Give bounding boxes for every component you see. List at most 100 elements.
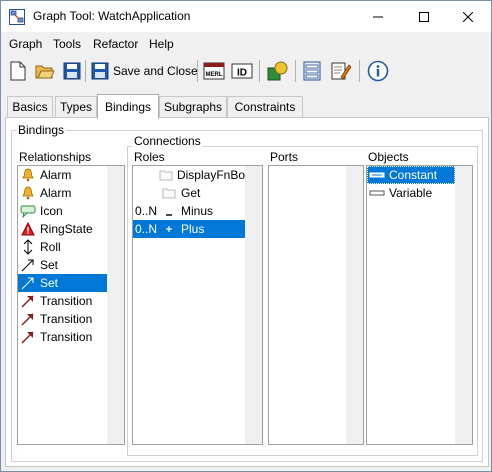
list-item[interactable]: 0..N Plus xyxy=(133,220,245,238)
relationship-label: Transition xyxy=(40,312,93,326)
ports-scrollbar[interactable] xyxy=(346,166,363,444)
list-item[interactable]: Roll xyxy=(18,238,107,256)
merl-button[interactable]: MERL xyxy=(203,59,225,83)
tab-strip: Basics Types Bindings Subgraphs Constrai… xyxy=(1,94,491,118)
list-item[interactable]: Get xyxy=(133,184,245,202)
info-icon xyxy=(367,60,389,82)
menu-help[interactable]: Help xyxy=(149,37,174,51)
list-item[interactable]: Transition xyxy=(18,328,107,346)
toolbar-separator xyxy=(85,60,86,82)
properties-button[interactable] xyxy=(303,59,321,83)
svg-text:MERL: MERL xyxy=(206,72,223,78)
list-item[interactable]: 0..N Minus xyxy=(133,202,245,220)
list-item[interactable]: DisplayFnBo xyxy=(133,166,245,184)
roles-scrollbar[interactable] xyxy=(245,166,262,444)
menu-graph[interactable]: Graph xyxy=(9,37,42,51)
folder-icon xyxy=(159,167,173,183)
save-and-close-label: Save and Close xyxy=(113,64,198,78)
objects-list[interactable]: Constant Variable xyxy=(366,165,473,445)
menu-refactor[interactable]: Refactor xyxy=(93,37,138,51)
tab-constraints[interactable]: Constraints xyxy=(227,96,303,117)
maximize-icon xyxy=(419,11,429,22)
edit-button[interactable] xyxy=(331,59,351,83)
list-item[interactable]: Set xyxy=(18,274,107,292)
toolbar-separator xyxy=(259,60,260,82)
objects-label: Objects xyxy=(368,150,409,164)
new-document-icon xyxy=(10,61,26,81)
role-name: Get xyxy=(181,186,201,200)
role-cardinality: 0..N xyxy=(135,222,158,236)
transition-arrow-icon xyxy=(20,311,36,327)
object-label: Constant xyxy=(389,168,438,182)
svg-text:ID: ID xyxy=(237,68,247,79)
menu-bar: Graph Tools Refactor Help xyxy=(1,34,491,54)
info-button[interactable] xyxy=(367,59,389,83)
object-label: Variable xyxy=(389,186,433,200)
new-button[interactable] xyxy=(9,59,27,83)
relationship-label: Alarm xyxy=(40,186,72,200)
relationships-scrollbar[interactable] xyxy=(107,166,124,444)
merl-editor-icon: MERL xyxy=(203,62,225,80)
app-icon xyxy=(9,9,25,25)
relationship-label: Set xyxy=(40,258,59,272)
open-button[interactable] xyxy=(35,59,55,83)
ports-label: Ports xyxy=(270,150,299,164)
bindings-panel: Bindings Connections Relationships Roles… xyxy=(5,117,489,467)
ports-list[interactable] xyxy=(268,165,364,445)
list-item[interactable]: Set xyxy=(18,256,107,274)
toolbar: Save and Close MERL ID xyxy=(1,56,491,86)
save-icon xyxy=(63,62,81,80)
window-title: Graph Tool: WatchApplication xyxy=(33,9,191,23)
variable-object-icon xyxy=(369,185,385,201)
updown-arrow-icon xyxy=(20,239,36,255)
id-icon: ID xyxy=(231,63,253,79)
minimize-button[interactable] xyxy=(355,1,401,32)
save-and-close-button[interactable]: Save and Close xyxy=(91,59,198,83)
relationships-list[interactable]: Alarm Alarm Icon RingState Roll Set Set … xyxy=(17,165,125,445)
toolbar-separator xyxy=(197,60,198,82)
maximize-button[interactable] xyxy=(401,1,447,32)
save-close-icon xyxy=(91,62,109,80)
bell-icon xyxy=(20,185,36,201)
list-item[interactable]: Variable xyxy=(367,184,455,202)
list-item[interactable]: Alarm xyxy=(18,166,107,184)
bell-icon xyxy=(20,167,36,183)
roles-list[interactable]: DisplayFnBo Get 0..N Minus 0..N Plus xyxy=(132,165,263,445)
relationship-label: Set xyxy=(40,276,59,290)
open-folder-icon xyxy=(35,65,55,79)
plus-icon xyxy=(161,221,177,237)
diagonal-arrow-icon xyxy=(20,257,36,273)
constant-object-icon xyxy=(369,167,385,183)
close-button[interactable] xyxy=(445,1,491,32)
warning-icon xyxy=(20,221,36,237)
list-item[interactable]: Transition xyxy=(18,310,107,328)
tab-basics[interactable]: Basics xyxy=(7,96,53,117)
role-name: Minus xyxy=(181,204,214,218)
list-item[interactable]: Constant xyxy=(367,166,455,184)
role-cardinality: 0..N xyxy=(135,204,158,218)
tab-bindings[interactable]: Bindings xyxy=(97,94,159,118)
toolbar-separator xyxy=(359,60,360,82)
menu-tools[interactable]: Tools xyxy=(53,37,81,51)
speech-bubble-icon xyxy=(20,203,36,219)
id-button[interactable]: ID xyxy=(231,59,253,83)
tab-types[interactable]: Types xyxy=(55,96,97,117)
transition-arrow-icon xyxy=(20,293,36,309)
title-bar: Graph Tool: WatchApplication xyxy=(1,1,491,32)
diagonal-arrow-icon xyxy=(20,275,36,291)
save-button[interactable] xyxy=(63,59,81,83)
list-item[interactable]: Transition xyxy=(18,292,107,310)
properties-icon xyxy=(303,61,321,81)
transition-arrow-icon xyxy=(20,329,36,345)
relationship-label: Transition xyxy=(40,294,93,308)
bindings-group-label: Bindings xyxy=(16,123,67,137)
list-item[interactable]: Alarm xyxy=(18,184,107,202)
relationship-label: Icon xyxy=(40,204,63,218)
list-item[interactable]: RingState xyxy=(18,220,107,238)
tab-subgraphs[interactable]: Subgraphs xyxy=(159,96,227,117)
list-item[interactable]: Icon xyxy=(18,202,107,220)
relationship-label: Transition xyxy=(40,330,93,344)
relationship-label: Alarm xyxy=(40,168,72,182)
symbol-button[interactable] xyxy=(267,59,289,83)
objects-scrollbar[interactable] xyxy=(455,166,472,444)
